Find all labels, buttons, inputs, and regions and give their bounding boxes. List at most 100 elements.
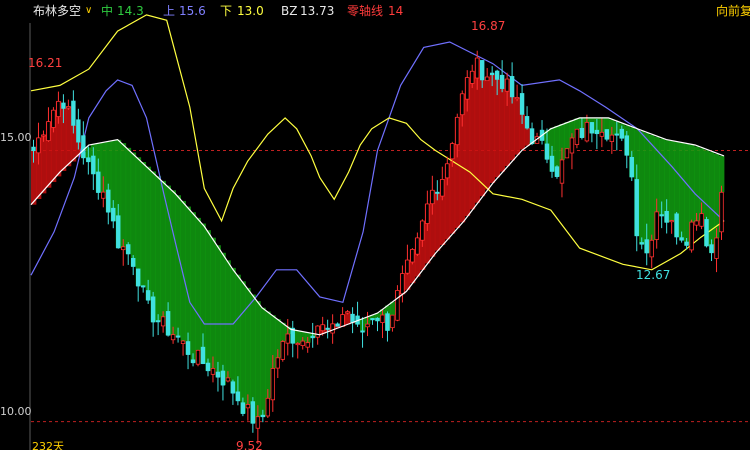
adjust-mode-button[interactable]: 向前复 xyxy=(716,0,750,22)
band-fill-bar xyxy=(489,74,496,183)
candle-body xyxy=(604,129,610,140)
candle-body xyxy=(574,128,580,145)
low-marker-right: 12.67 xyxy=(636,268,671,282)
candle-body xyxy=(36,137,41,154)
candle-body xyxy=(71,100,76,126)
candle-body xyxy=(489,72,495,76)
band-fill-bar xyxy=(479,79,486,197)
lower-value: 13.0 xyxy=(237,4,264,18)
mid-value: 14.3 xyxy=(117,4,144,18)
band-fill-bar xyxy=(195,217,201,351)
candle-body xyxy=(674,213,679,238)
bz-value: 13.73 xyxy=(300,4,335,18)
candle-body xyxy=(484,76,490,82)
candle-body xyxy=(679,237,684,241)
candle-body xyxy=(81,135,86,159)
band-fill-bar xyxy=(265,311,271,399)
candle-body xyxy=(699,213,704,227)
band-fill-bar xyxy=(185,206,191,355)
band-fill-bar xyxy=(215,245,221,378)
high-marker-mid: 16.87 xyxy=(471,19,506,33)
candle-body xyxy=(694,220,699,226)
band-fill-bar xyxy=(65,106,72,167)
period-count: 232天 xyxy=(32,440,64,450)
zero-axis-label: 零轴线 xyxy=(347,4,384,18)
candle-body xyxy=(190,359,196,364)
candle-body xyxy=(200,346,206,365)
candle-body xyxy=(440,179,445,197)
candle-body xyxy=(111,207,116,222)
chart-panel: 布林多空 ∨ 中 14.3 上 15.6 下 13.0 BZ 13.73 零轴线… xyxy=(0,0,750,450)
price-chart xyxy=(29,14,750,450)
candle-body xyxy=(51,109,56,128)
band-fill-bar xyxy=(639,131,645,245)
band-fill-bar xyxy=(434,192,441,251)
candle-body xyxy=(135,268,141,287)
band-fill-bar xyxy=(170,190,176,335)
band-fill-bar xyxy=(140,161,147,287)
candle-body xyxy=(46,121,51,142)
band-fill-bar xyxy=(484,76,491,190)
candle-body xyxy=(101,191,106,199)
candle-body xyxy=(215,371,221,378)
band-fill-bar xyxy=(694,146,700,221)
candle-body xyxy=(664,210,669,223)
candle-body xyxy=(116,215,121,249)
zero-axis-value: 14 xyxy=(388,4,404,18)
candle-body xyxy=(649,239,654,258)
candle-body xyxy=(704,219,709,247)
candle-body xyxy=(320,324,325,332)
band-fill-bar xyxy=(514,97,520,155)
candle-body xyxy=(220,370,226,386)
candle-body xyxy=(684,241,689,246)
candle-body xyxy=(170,334,176,341)
candle-body xyxy=(644,239,649,254)
band-fill-bar xyxy=(240,281,246,414)
candle-body xyxy=(240,402,246,414)
band-fill-bar xyxy=(155,176,162,322)
band-fill-bar xyxy=(669,141,675,221)
candle-body xyxy=(245,404,251,409)
candle-body xyxy=(594,129,600,135)
candle-body xyxy=(445,163,450,179)
candle-body xyxy=(629,156,634,178)
candle-body xyxy=(470,70,475,84)
candle-body xyxy=(614,133,620,136)
indicator-header: 布林多空 ∨ 中 14.3 上 15.6 下 13.0 BZ 13.73 零轴线… xyxy=(0,0,750,22)
candle-body xyxy=(160,316,166,327)
candle-body xyxy=(460,93,465,116)
candle-body xyxy=(121,246,126,251)
chevron-down-icon[interactable]: ∨ xyxy=(85,0,92,22)
band-fill-bar xyxy=(180,200,186,341)
candle-body xyxy=(395,290,400,321)
candle-body xyxy=(225,377,231,382)
bz-label: BZ xyxy=(281,4,298,18)
candle-body xyxy=(330,323,335,334)
candle-body xyxy=(544,143,550,160)
candle-body xyxy=(375,317,380,322)
candle-body xyxy=(295,343,300,346)
lower-label: 下 xyxy=(220,4,233,18)
indicator-name[interactable]: 布林多空 xyxy=(33,0,81,22)
candle-body xyxy=(425,203,430,224)
band-fill-bar xyxy=(295,330,301,344)
band-fill-bar xyxy=(689,144,695,223)
candle-body xyxy=(639,242,644,245)
candle-body xyxy=(549,155,555,172)
band-fill-bar xyxy=(649,134,655,241)
band-fill-bar xyxy=(125,147,132,254)
candle-body xyxy=(185,341,191,355)
candle-body xyxy=(76,119,81,143)
candle-body xyxy=(634,179,639,237)
candle-body xyxy=(175,335,181,338)
candle-body xyxy=(61,102,66,109)
candle-body xyxy=(345,311,350,314)
candle-body xyxy=(420,220,425,241)
band-fill-bar xyxy=(509,96,516,161)
candle-body xyxy=(564,148,570,159)
candle-body xyxy=(410,248,415,263)
candle-body xyxy=(385,313,390,331)
candle-body xyxy=(475,57,480,79)
candle-body xyxy=(415,237,420,255)
candle-body xyxy=(370,318,375,321)
